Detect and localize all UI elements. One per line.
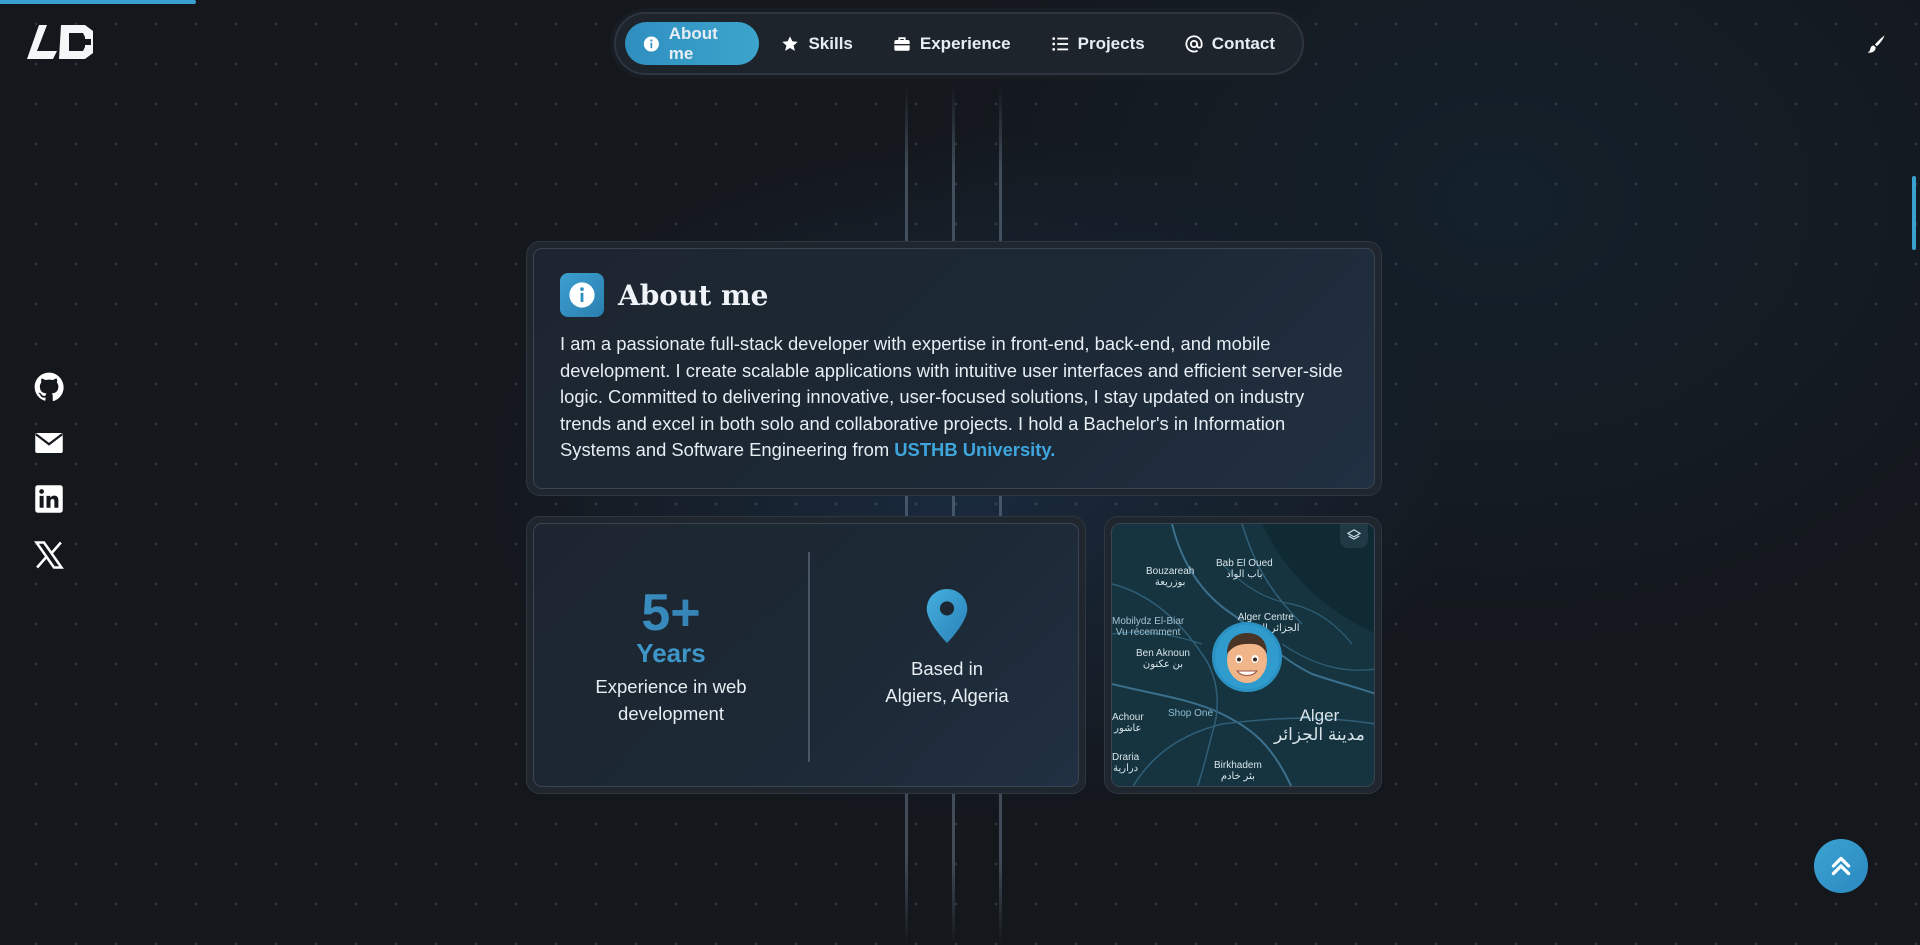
- nav-experience[interactable]: Experience: [875, 22, 1029, 65]
- nav-about[interactable]: About me: [625, 22, 760, 65]
- brush-icon[interactable]: [1866, 34, 1886, 54]
- double-chevron-up-icon: [1831, 856, 1851, 876]
- map-label-alger: Alger مدينة الجزائر: [1274, 706, 1365, 744]
- map-label-achour: Achour عاشور: [1112, 712, 1144, 734]
- map-label-ben-aknoun: Ben Aknoun بن عكنون: [1136, 648, 1190, 670]
- years-label: Years: [636, 638, 706, 668]
- scroll-to-top-button[interactable]: [1814, 839, 1868, 893]
- map-label-bab-el-oued: Bab El Oued باب الواد: [1216, 558, 1273, 580]
- layers-button[interactable]: [1340, 524, 1368, 548]
- map-label-draria: Draria درارية: [1112, 752, 1140, 774]
- nav-skills[interactable]: Skills: [763, 22, 870, 65]
- map-label-shop-one: Shop One: [1168, 708, 1214, 719]
- nav-contact-label: Contact: [1211, 33, 1275, 53]
- years-number: 5+: [534, 587, 808, 639]
- main-nav: About me Skills Experience Projects Cont…: [614, 12, 1304, 75]
- map-label-bouzareah: Bouzareah بوزريعة: [1146, 566, 1195, 588]
- scroll-progress-bar: [0, 0, 196, 4]
- social-links: [34, 372, 66, 596]
- about-title: About me: [618, 278, 769, 312]
- location-stat: Based in Algiers, Algeria: [810, 589, 1084, 709]
- info-icon: [560, 273, 604, 317]
- nav-projects-label: Projects: [1077, 33, 1145, 53]
- at-icon: [1185, 34, 1203, 52]
- years-caption-line1: Experience in web: [595, 676, 747, 697]
- avatar: [1212, 622, 1282, 692]
- scrollbar-thumb[interactable]: [1912, 176, 1916, 250]
- nav-skills-label: Skills: [808, 33, 853, 53]
- linkedin-icon[interactable]: [34, 484, 64, 514]
- about-text: I am a passionate full-stack developer w…: [560, 331, 1348, 464]
- github-icon[interactable]: [34, 372, 64, 402]
- info-icon: [643, 35, 659, 52]
- map-card: Bouzareah بوزريعة Bab El Oued باب الواد Al…: [1104, 516, 1382, 794]
- timeline-lines: [905, 85, 1005, 945]
- university-link[interactable]: USTHB University.: [894, 439, 1055, 460]
- about-card: About me I am a passionate full-stack de…: [526, 241, 1382, 496]
- nav-projects[interactable]: Projects: [1033, 22, 1163, 65]
- nav-experience-label: Experience: [919, 33, 1011, 53]
- nav-about-label: About me: [668, 23, 718, 63]
- briefcase-icon: [894, 36, 910, 51]
- stats-card-inner: 5+ Years Experience in web development B…: [533, 523, 1079, 787]
- nav-contact[interactable]: Contact: [1167, 22, 1293, 65]
- experience-stat: 5+ Years Experience in web development: [534, 587, 808, 727]
- x-icon[interactable]: [34, 540, 64, 570]
- stats-card: 5+ Years Experience in web development B…: [526, 516, 1086, 794]
- years-caption-line2: development: [618, 703, 724, 724]
- mail-icon[interactable]: [34, 428, 64, 458]
- star-icon: [782, 35, 799, 51]
- years-caption: Experience in web development: [534, 673, 808, 727]
- list-icon: [1051, 36, 1068, 51]
- map-label-birkhadem: Birkhadem بئر خادم: [1214, 760, 1262, 782]
- location-line2: Algiers, Algeria: [885, 685, 1009, 706]
- location-line1: Based in: [911, 658, 983, 679]
- about-header: About me: [560, 273, 1348, 317]
- memoji-avatar: [1227, 633, 1267, 683]
- about-card-inner: About me I am a passionate full-stack de…: [533, 248, 1375, 489]
- logo[interactable]: [25, 23, 99, 61]
- map-pin-icon: [926, 589, 968, 643]
- layers-icon: [1347, 529, 1361, 540]
- map[interactable]: Bouzareah بوزريعة Bab El Oued باب الواد Al…: [1111, 523, 1375, 787]
- map-label-mobilydz: Mobilydz El-Biar Vu récemment: [1112, 616, 1185, 638]
- location-text: Based in Algiers, Algeria: [810, 655, 1084, 709]
